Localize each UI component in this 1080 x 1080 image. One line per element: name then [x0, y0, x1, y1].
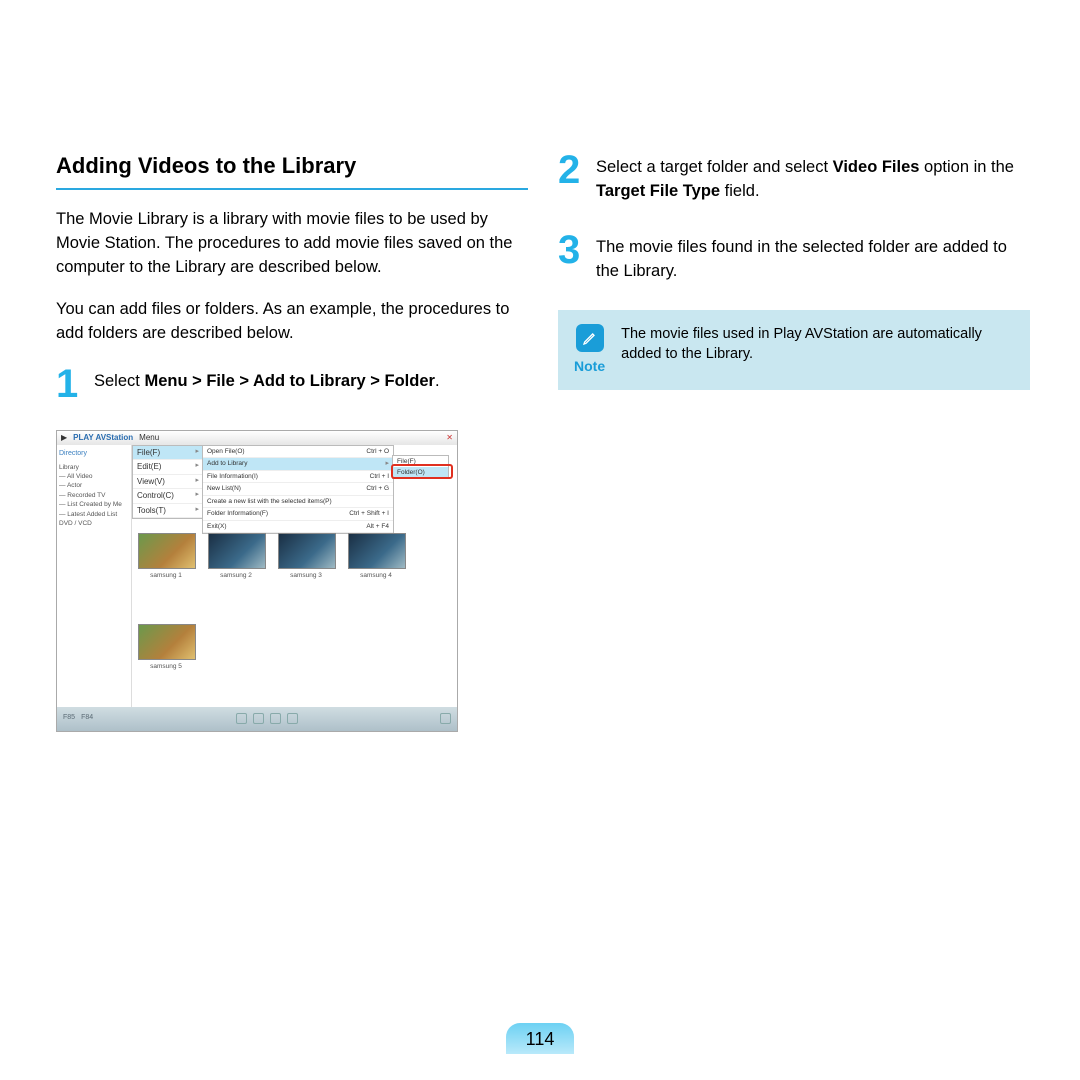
step-3: 3 The movie files found in the selected …: [558, 230, 1030, 284]
submenu-new-list[interactable]: New List(N)Ctrl + G: [203, 483, 393, 495]
file-menu[interactable]: File(F)▸ Edit(E)▸ View(V)▸ Control(C)▸ T…: [132, 445, 204, 520]
video-thumb[interactable]: samsung 4: [348, 533, 404, 610]
submenu-file-info[interactable]: File Information(I)Ctrl + I: [203, 471, 393, 483]
content-area: File(F)▸ Edit(E)▸ View(V)▸ Control(C)▸ T…: [132, 445, 457, 707]
key-hint: F84: [81, 713, 93, 723]
app-title: PLAY AVStation: [73, 432, 133, 444]
thumbnail-grid: samsung 1 samsung 2 samsung 3 samsung 4 …: [132, 527, 457, 707]
file-submenu[interactable]: Open File(O)Ctrl + O Add to Library▸ Fil…: [202, 445, 394, 535]
submenu-add-to-library[interactable]: Add to Library▸: [203, 458, 393, 471]
step-text: Select Menu > File > Add to Library > Fo…: [94, 364, 440, 394]
stop-button[interactable]: [270, 713, 281, 724]
app-screenshot: ▶ PLAY AVStation Menu ✕ Directory Librar…: [56, 430, 458, 732]
sidebar-item[interactable]: — Recorded TV: [59, 491, 129, 500]
video-thumb[interactable]: samsung 3: [278, 533, 334, 610]
menu-item-file[interactable]: File(F)▸: [133, 446, 203, 461]
close-icon[interactable]: ✕: [446, 432, 453, 444]
player-bar: F85 F84: [57, 707, 457, 731]
step-number: 2: [558, 150, 586, 190]
sidebar-item[interactable]: — List Created by Me: [59, 500, 129, 509]
sidebar-header: Directory: [59, 449, 129, 459]
pencil-icon: [576, 324, 604, 352]
step-number: 3: [558, 230, 586, 270]
sidebar-item[interactable]: DVD / VCD: [59, 519, 129, 528]
volume-icon[interactable]: [440, 713, 451, 724]
sidebar-item[interactable]: — Latest Added List: [59, 510, 129, 519]
sidebar: Directory Library — All Video — Actor — …: [57, 445, 132, 707]
step-text: Select a target folder and select Video …: [596, 150, 1030, 204]
menu-item-tools[interactable]: Tools(T)▸: [133, 504, 203, 519]
submenu-open-file[interactable]: Open File(O)Ctrl + O: [203, 446, 393, 458]
step-1: 1 Select Menu > File > Add to Library > …: [56, 364, 528, 404]
intro-para-1: The Movie Library is a library with movi…: [56, 208, 528, 280]
menu-label[interactable]: Menu: [139, 432, 159, 444]
step-2: 2 Select a target folder and select Vide…: [558, 150, 1030, 204]
menu-item-edit[interactable]: Edit(E)▸: [133, 460, 203, 475]
note-label: Note: [574, 324, 605, 376]
window-titlebar: ▶ PLAY AVStation Menu ✕: [57, 431, 457, 446]
sidebar-item[interactable]: Library: [59, 463, 129, 472]
next-button[interactable]: [287, 713, 298, 724]
intro-para-2: You can add files or folders. As an exam…: [56, 298, 528, 346]
note-text: The movie files used in Play AVStation a…: [621, 324, 1014, 365]
submenu-create-list[interactable]: Create a new list with the selected item…: [203, 496, 393, 508]
play-button[interactable]: [253, 713, 264, 724]
app-logo-icon: ▶: [61, 432, 67, 444]
step-number: 1: [56, 364, 84, 404]
page-number-wrap: 114: [0, 1023, 1080, 1054]
title-rule: [56, 188, 528, 190]
step-text: The movie files found in the selected fo…: [596, 230, 1030, 284]
sidebar-item[interactable]: — Actor: [59, 481, 129, 490]
menu-item-view[interactable]: View(V)▸: [133, 475, 203, 490]
section-title: Adding Videos to the Library: [56, 150, 528, 182]
video-thumb[interactable]: samsung 5: [138, 624, 194, 701]
page-number: 114: [506, 1023, 575, 1054]
key-hint: F85: [63, 713, 75, 723]
menu-item-control[interactable]: Control(C)▸: [133, 489, 203, 504]
note-box: Note The movie files used in Play AVStat…: [558, 310, 1030, 390]
highlight-callout: [391, 464, 453, 479]
prev-button[interactable]: [236, 713, 247, 724]
submenu-folder-info[interactable]: Folder Information(F)Ctrl + Shift + I: [203, 508, 393, 520]
video-thumb[interactable]: samsung 2: [208, 533, 264, 610]
video-thumb[interactable]: samsung 1: [138, 533, 194, 610]
sidebar-item[interactable]: — All Video: [59, 472, 129, 481]
